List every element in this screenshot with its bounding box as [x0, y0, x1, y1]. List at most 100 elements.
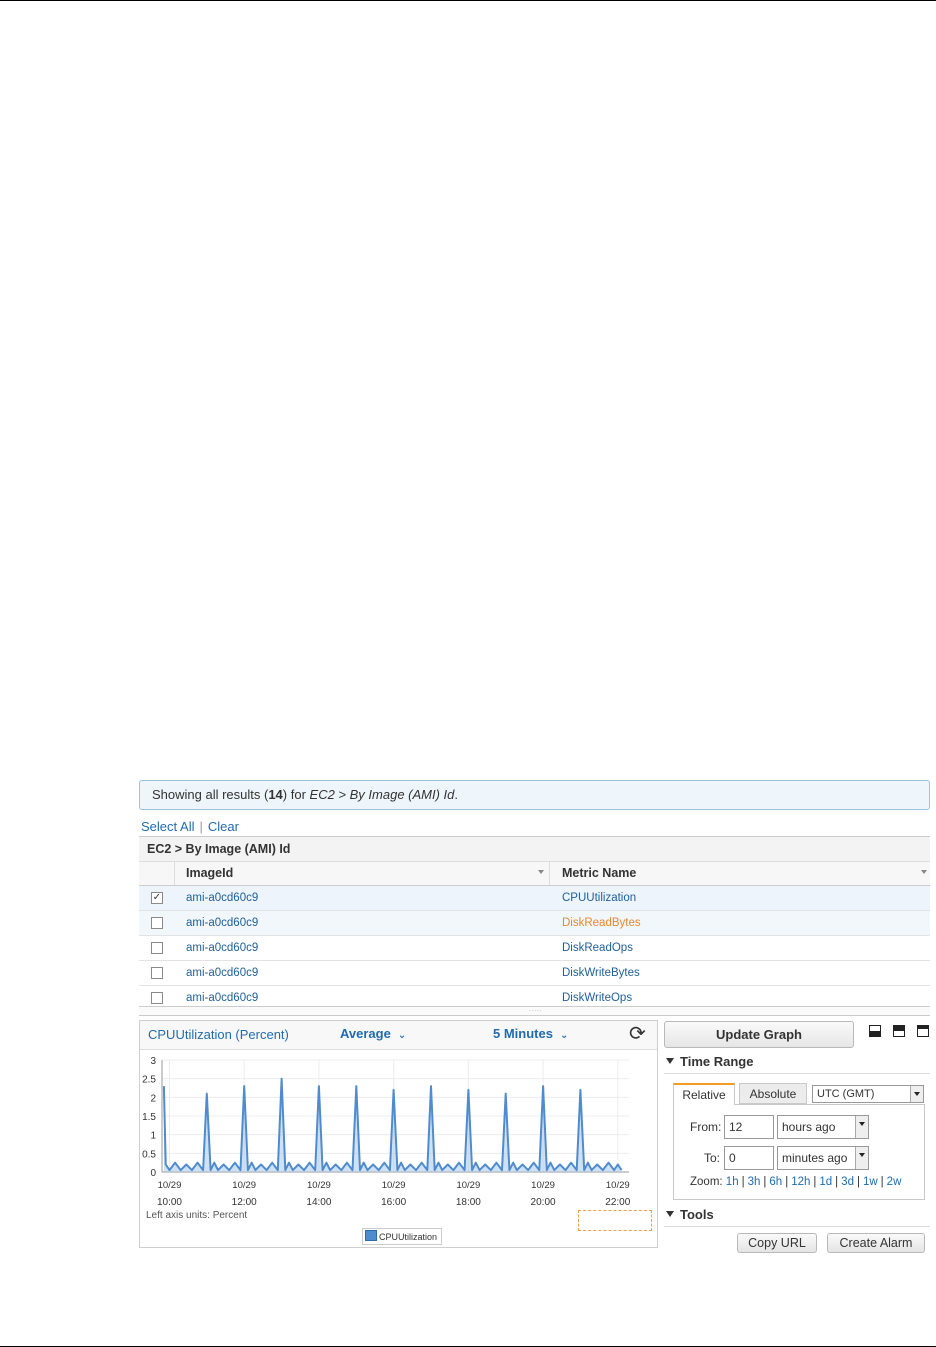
x-tick-time-label: 18:00: [456, 1197, 481, 1208]
metric-name-cell[interactable]: DiskReadBytes: [562, 911, 641, 935]
y-tick-label: 1.5: [142, 1112, 156, 1123]
zoom-row: Zoom: 1h | 3h | 6h | 12h | 1d | 3d | 1w | 2w: [690, 1176, 901, 1188]
image-id-cell[interactable]: ami-a0cd60c9: [186, 911, 258, 935]
to-value-input[interactable]: 0: [724, 1146, 774, 1170]
x-tick-date-label: 10/29: [382, 1180, 406, 1191]
chart-legend: CPUUtilization: [362, 1228, 443, 1245]
column-header-imageid[interactable]: ImageId: [186, 862, 233, 885]
refresh-icon[interactable]: ⟳: [629, 1024, 646, 1044]
legend-swatch: [365, 1230, 377, 1241]
x-tick-date-label: 10/29: [158, 1180, 182, 1191]
from-unit-value: hours ago: [782, 1120, 836, 1134]
table-row[interactable]: ami-a0cd60c9 DiskReadOps: [139, 936, 930, 961]
chevron-down-icon: ⌄: [397, 1030, 407, 1041]
table-row[interactable]: ami-a0cd60c9 DiskWriteBytes: [139, 961, 930, 986]
tab-relative[interactable]: Relative: [673, 1083, 735, 1105]
zoom-1w[interactable]: 1w: [863, 1176, 878, 1188]
x-tick-date-label: 10/29: [456, 1180, 480, 1191]
graph-title: CPUUtilization (Percent): [148, 1027, 289, 1042]
x-tick-date-label: 10/29: [531, 1180, 555, 1191]
zoom-separator: |: [741, 1176, 745, 1188]
dropdown-arrow-icon: [910, 1086, 923, 1102]
from-label: From:: [690, 1120, 722, 1134]
tools-title: Tools: [680, 1207, 714, 1222]
row-checkbox[interactable]: ✓: [151, 892, 163, 904]
select-all-link[interactable]: Select All: [141, 819, 194, 834]
metric-name-cell[interactable]: CPUUtilization: [562, 886, 636, 910]
graph-panel: CPUUtilization (Percent) Average ⌄ 5 Minu…: [139, 1020, 658, 1248]
layout-top-icon[interactable]: [893, 1025, 905, 1037]
sort-arrow-icon[interactable]: [921, 870, 927, 874]
table-row[interactable]: ✓ ami-a0cd60c9 CPUUtilization: [139, 886, 930, 911]
table-row[interactable]: ami-a0cd60c9 DiskReadBytes: [139, 911, 930, 936]
from-unit-select[interactable]: hours ago: [777, 1115, 869, 1139]
selection-links: Select All | Clear: [141, 819, 239, 834]
zoom-2w[interactable]: 2w: [887, 1176, 902, 1188]
table-caption: EC2 > By Image (AMI) Id: [139, 837, 930, 862]
zoom-3d[interactable]: 3d: [841, 1176, 854, 1188]
timezone-select[interactable]: UTC (GMT): [812, 1085, 924, 1103]
dropdown-arrow-icon: [855, 1116, 868, 1138]
zoom-1d[interactable]: 1d: [819, 1176, 832, 1188]
legend-label: CPUUtilization: [379, 1232, 438, 1242]
x-tick-time-label: 14:00: [306, 1197, 331, 1208]
metric-name-cell[interactable]: DiskReadOps: [562, 936, 633, 960]
timezone-value: UTC (GMT): [817, 1088, 875, 1100]
banner-path: EC2 > By Image (AMI) Id: [309, 787, 455, 802]
zoom-6h[interactable]: 6h: [769, 1176, 782, 1188]
cpu-chart: 32.521.510.5010/2910:0010/2912:0010/2914…: [142, 1056, 631, 1208]
create-alarm-button[interactable]: Create Alarm: [827, 1233, 925, 1253]
row-checkbox[interactable]: [151, 992, 163, 1004]
statistic-value: Average: [340, 1026, 391, 1041]
image-id-cell[interactable]: ami-a0cd60c9: [186, 886, 258, 910]
to-unit-select[interactable]: minutes ago: [777, 1146, 869, 1170]
time-range-title: Time Range: [680, 1054, 754, 1069]
zoom-1h[interactable]: 1h: [726, 1176, 739, 1188]
banner-mid: ) for: [282, 787, 310, 802]
dropdown-arrow-icon: [855, 1147, 868, 1169]
period-dropdown[interactable]: 5 Minutes ⌄: [493, 1026, 568, 1041]
statistic-dropdown[interactable]: Average ⌄: [340, 1026, 406, 1041]
zoom-separator: |: [785, 1176, 789, 1188]
update-graph-button[interactable]: Update Graph: [664, 1021, 854, 1048]
to-label: To:: [704, 1151, 721, 1165]
layout-full-icon[interactable]: [917, 1025, 929, 1037]
period-value: 5 Minutes: [493, 1026, 553, 1041]
zoom-12h[interactable]: 12h: [791, 1176, 810, 1188]
grip-dots: .....: [529, 1007, 543, 1013]
clear-link[interactable]: Clear: [208, 819, 239, 834]
column-divider: [549, 862, 550, 885]
column-divider: [174, 862, 175, 885]
triangle-down-icon: [666, 1058, 674, 1064]
copy-url-button[interactable]: Copy URL: [737, 1233, 817, 1253]
sort-arrow-icon[interactable]: [538, 870, 544, 874]
from-value-input[interactable]: 12: [724, 1115, 774, 1139]
to-unit-value: minutes ago: [782, 1151, 848, 1165]
time-range-toggle[interactable]: Time Range: [666, 1054, 753, 1069]
result-count: 14: [268, 787, 283, 802]
metric-name-cell[interactable]: DiskWriteBytes: [562, 961, 640, 985]
y-tick-label: 0: [150, 1168, 156, 1179]
tab-absolute[interactable]: Absolute: [739, 1083, 807, 1104]
zoom-3h[interactable]: 3h: [748, 1176, 761, 1188]
banner-suffix: .: [454, 787, 459, 802]
x-tick-time-label: 20:00: [531, 1197, 556, 1208]
zoom-separator: |: [856, 1176, 860, 1188]
column-header-metric-name[interactable]: Metric Name: [562, 862, 636, 885]
x-tick-time-label: 12:00: [232, 1197, 257, 1208]
zoom-separator: |: [880, 1176, 884, 1188]
image-id-cell[interactable]: ami-a0cd60c9: [186, 961, 258, 985]
row-checkbox[interactable]: [151, 942, 163, 954]
row-checkbox[interactable]: [151, 917, 163, 929]
metrics-table: EC2 > By Image (AMI) Id ImageId Metric N…: [139, 836, 930, 1011]
resize-handle[interactable]: .....: [139, 1006, 930, 1016]
graph-header: CPUUtilization (Percent) Average ⌄ 5 Minu…: [140, 1021, 657, 1050]
layout-bottom-icon[interactable]: [869, 1025, 881, 1037]
row-checkbox[interactable]: [151, 967, 163, 979]
selection-placeholder: [578, 1210, 652, 1231]
x-tick-time-label: 10:00: [157, 1197, 182, 1208]
y-tick-label: 3: [150, 1056, 156, 1067]
tools-toggle[interactable]: Tools: [666, 1207, 714, 1222]
image-id-cell[interactable]: ami-a0cd60c9: [186, 936, 258, 960]
x-tick-date-label: 10/29: [232, 1180, 256, 1191]
